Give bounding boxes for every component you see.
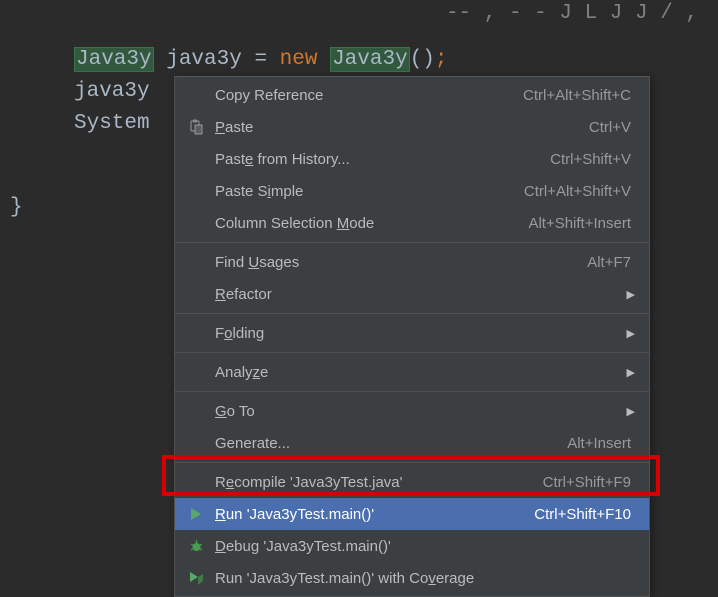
submenu-arrow-icon: ▶ xyxy=(627,366,635,379)
menu-shortcut: Ctrl+Alt+Shift+V xyxy=(524,183,631,200)
menu-refactor[interactable]: Refactor ▶ xyxy=(175,278,649,310)
menu-label: Go To xyxy=(215,403,631,420)
menu-copy-reference[interactable]: Copy Reference Ctrl+Alt+Shift+C xyxy=(175,79,649,111)
menu-label: Find Usages xyxy=(215,254,571,271)
menu-label: Debug 'Java3yTest.main()' xyxy=(215,538,631,555)
run-coverage-icon xyxy=(187,569,205,587)
menu-shortcut: Ctrl+Shift+F10 xyxy=(534,506,631,523)
menu-shortcut: Ctrl+Shift+V xyxy=(550,151,631,168)
menu-separator xyxy=(175,352,649,353)
menu-shortcut: Alt+Shift+Insert xyxy=(528,215,631,232)
menu-analyze[interactable]: Analyze ▶ xyxy=(175,356,649,388)
debug-icon xyxy=(187,537,205,555)
menu-recompile[interactable]: Recompile 'Java3yTest.java' Ctrl+Shift+F… xyxy=(175,466,649,498)
menu-label: Run 'Java3yTest.main()' xyxy=(215,506,518,523)
menu-label: Paste Simple xyxy=(215,183,508,200)
paste-icon xyxy=(187,118,205,136)
menu-folding[interactable]: Folding ▶ xyxy=(175,317,649,349)
menu-label: Generate... xyxy=(215,435,551,452)
menu-label: Column Selection Mode xyxy=(215,215,512,232)
submenu-arrow-icon: ▶ xyxy=(627,288,635,301)
run-icon xyxy=(187,505,205,523)
menu-shortcut: Ctrl+Shift+F9 xyxy=(543,474,631,491)
menu-paste[interactable]: Paste Ctrl+V xyxy=(175,111,649,143)
menu-shortcut: Ctrl+Alt+Shift+C xyxy=(523,87,631,104)
closing-brace: } xyxy=(10,196,23,219)
menu-paste-history[interactable]: Paste from History... Ctrl+Shift+V xyxy=(175,143,649,175)
menu-label: Folding xyxy=(215,325,631,342)
menu-shortcut: Alt+F7 xyxy=(587,254,631,271)
menu-label: Paste xyxy=(215,119,573,136)
menu-separator xyxy=(175,242,649,243)
class-name-highlight: Java3y xyxy=(330,47,410,72)
menu-separator xyxy=(175,391,649,392)
menu-label: Analyze xyxy=(215,364,631,381)
menu-run-coverage[interactable]: Run 'Java3yTest.main()' with Coverage xyxy=(175,562,649,594)
submenu-arrow-icon: ▶ xyxy=(627,405,635,418)
menu-find-usages[interactable]: Find Usages Alt+F7 xyxy=(175,246,649,278)
context-menu: Copy Reference Ctrl+Alt+Shift+C Paste Ct… xyxy=(174,76,650,597)
menu-debug[interactable]: Debug 'Java3yTest.main()' xyxy=(175,530,649,562)
menu-column-selection[interactable]: Column Selection Mode Alt+Shift+Insert xyxy=(175,207,649,239)
menu-label: Recompile 'Java3yTest.java' xyxy=(215,474,527,491)
menu-separator xyxy=(175,462,649,463)
menu-generate[interactable]: Generate... Alt+Insert xyxy=(175,427,649,459)
menu-label: Run 'Java3yTest.main()' with Coverage xyxy=(215,570,631,587)
menu-paste-simple[interactable]: Paste Simple Ctrl+Alt+Shift+V xyxy=(175,175,649,207)
menu-run[interactable]: Run 'Java3yTest.main()' Ctrl+Shift+F10 xyxy=(175,498,649,530)
menu-label: Paste from History... xyxy=(215,151,534,168)
class-name-highlight: Java3y xyxy=(74,47,154,72)
code-fragment-top: -- , - - J L J J / , xyxy=(446,0,718,25)
menu-shortcut: Ctrl+V xyxy=(589,119,631,136)
menu-shortcut: Alt+Insert xyxy=(567,435,631,452)
submenu-arrow-icon: ▶ xyxy=(627,327,635,340)
menu-label: Refactor xyxy=(215,286,631,303)
menu-separator xyxy=(175,313,649,314)
menu-label: Copy Reference xyxy=(215,87,507,104)
menu-goto[interactable]: Go To ▶ xyxy=(175,395,649,427)
